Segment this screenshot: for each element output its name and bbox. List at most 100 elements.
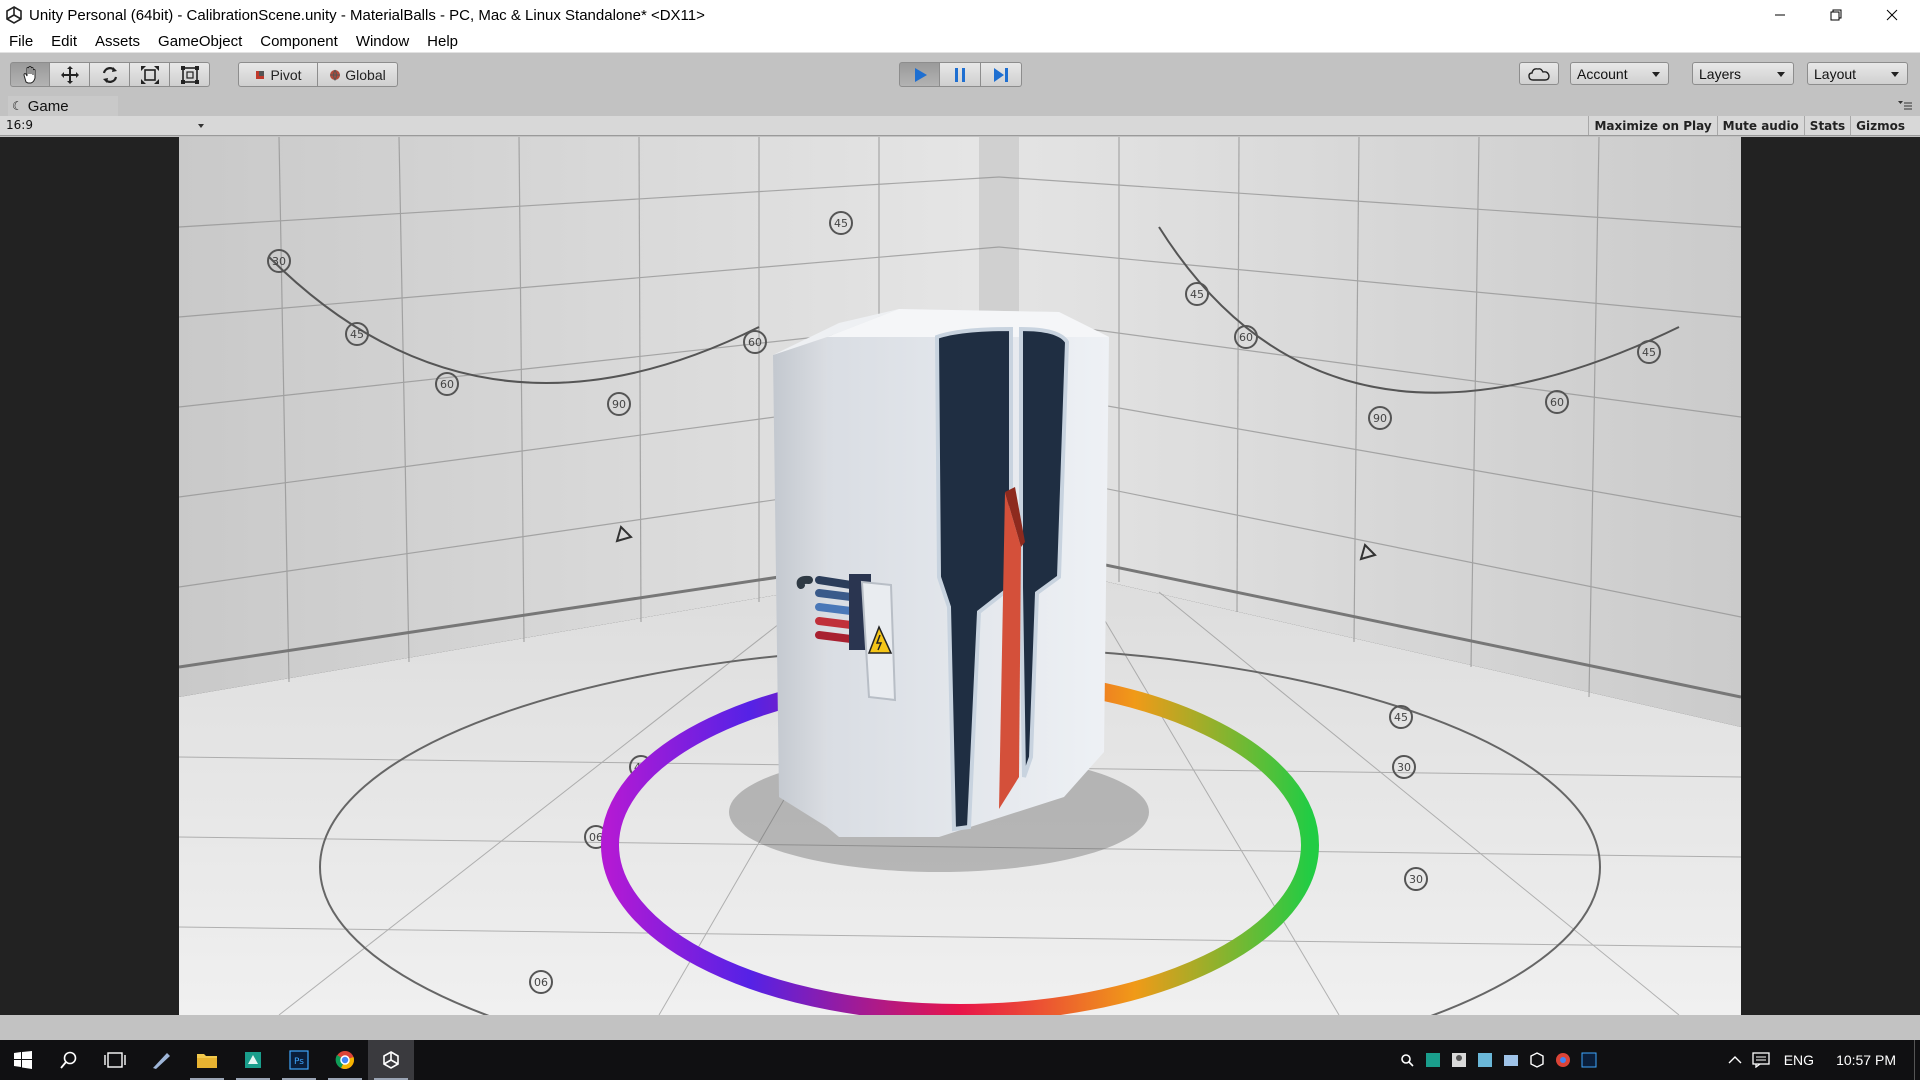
layout-dropdown[interactable]: Layout — [1807, 62, 1908, 85]
pivot-controls: Pivot Global — [238, 62, 398, 87]
pause-button[interactable] — [940, 62, 981, 87]
clock[interactable]: 10:57 PM — [1836, 1052, 1896, 1068]
pause-icon — [955, 67, 965, 82]
photoshop-icon: Ps — [289, 1050, 309, 1070]
aspect-label: 16:9 — [6, 118, 33, 132]
play-button[interactable] — [899, 62, 940, 87]
hand-tool-button[interactable] — [10, 62, 50, 87]
hand-icon — [23, 65, 36, 83]
menu-window[interactable]: Window — [347, 30, 418, 53]
pivot-label: Pivot — [270, 66, 302, 83]
play-controls — [899, 62, 1022, 87]
minimize-button[interactable] — [1752, 0, 1808, 30]
restore-button[interactable] — [1808, 0, 1864, 30]
tray-notes-icon[interactable] — [1498, 1040, 1524, 1080]
step-button[interactable] — [981, 62, 1022, 87]
chevron-down-icon — [1777, 72, 1785, 77]
gizmos-dropdown[interactable]: Gizmos — [1850, 116, 1910, 135]
layout-label: Layout — [1814, 65, 1857, 82]
globe-icon — [330, 69, 341, 81]
taskbar-app-store[interactable] — [230, 1040, 276, 1080]
taskbar-app-photoshop[interactable]: Ps — [276, 1040, 322, 1080]
menu-edit[interactable]: Edit — [42, 30, 86, 53]
task-view-button[interactable] — [92, 1040, 138, 1080]
svg-text:06: 06 — [534, 976, 548, 989]
start-button[interactable] — [0, 1040, 46, 1080]
close-button[interactable] — [1864, 0, 1920, 30]
unity-small-icon — [1530, 1052, 1544, 1068]
taskbar-app-unity[interactable] — [368, 1040, 414, 1080]
account-dropdown[interactable]: Account — [1570, 62, 1669, 85]
unity-icon — [383, 1051, 399, 1069]
layers-dropdown[interactable]: Layers — [1692, 62, 1794, 85]
chrome-small-icon — [1555, 1053, 1570, 1067]
menu-gameobject[interactable]: GameObject — [149, 30, 251, 53]
step-icon — [994, 67, 1008, 82]
windows-taskbar: Ps ENG 10:57 PM — [0, 1040, 1920, 1080]
tray-notifications[interactable] — [1748, 1040, 1774, 1080]
show-desktop-button[interactable] — [1914, 1040, 1920, 1080]
cloud-icon — [1528, 67, 1550, 81]
cloud-button[interactable] — [1519, 62, 1559, 85]
svg-text:45: 45 — [350, 328, 364, 341]
stats-toggle[interactable]: Stats — [1803, 116, 1850, 135]
window-title: Unity Personal (64bit) - CalibrationScen… — [29, 6, 705, 24]
svg-text:60: 60 — [440, 378, 454, 391]
play-icon — [914, 67, 927, 82]
tray-photoshop-icon[interactable] — [1576, 1040, 1602, 1080]
chrome-icon — [335, 1051, 354, 1069]
rect-tool-button[interactable] — [170, 62, 210, 87]
folder-icon — [197, 1054, 217, 1068]
window-controls — [1752, 0, 1920, 30]
menu-component[interactable]: Component — [251, 30, 347, 53]
tray-show-hidden[interactable] — [1722, 1040, 1748, 1080]
scene-render: 30 45 60 90 60 45 60 45 90 60 45 06 45 3… — [179, 137, 1741, 1015]
tab-game[interactable]: ☾ Game — [8, 96, 118, 116]
svg-text:45: 45 — [1394, 711, 1408, 724]
rotate-tool-button[interactable] — [90, 62, 130, 87]
svg-text:60: 60 — [1550, 396, 1564, 409]
layers-label: Layers — [1699, 65, 1742, 82]
move-tool-button[interactable] — [50, 62, 90, 87]
global-label: Global — [345, 66, 386, 83]
menu-assets[interactable]: Assets — [86, 30, 149, 53]
app-tray-icon — [1425, 1053, 1440, 1067]
global-toggle[interactable]: Global — [318, 62, 398, 87]
svg-text:06: 06 — [589, 831, 603, 844]
tray-search-icon[interactable] — [1394, 1040, 1420, 1080]
minimize-icon — [1775, 14, 1785, 16]
main-toolbar: Pivot Global Account Layers Layout — [0, 54, 1920, 94]
svg-text:90: 90 — [612, 398, 626, 411]
app-store-icon — [245, 1052, 261, 1068]
menu-help[interactable]: Help — [418, 30, 467, 53]
svg-text:45: 45 — [834, 217, 848, 230]
tray-unity-icon[interactable] — [1524, 1040, 1550, 1080]
search-button[interactable] — [46, 1040, 92, 1080]
panel-menu-icon[interactable] — [1898, 100, 1912, 110]
pivot-toggle[interactable]: Pivot — [238, 62, 318, 87]
tray-app-icon[interactable] — [1420, 1040, 1446, 1080]
chevron-down-icon — [1652, 72, 1660, 77]
rect-tool-icon — [180, 65, 199, 84]
magnifier-icon — [1400, 1054, 1414, 1067]
close-icon — [1886, 9, 1898, 21]
svg-text:30: 30 — [1409, 873, 1423, 886]
cabinet-model — [773, 309, 1109, 837]
system-tray: ENG 10:57 PM — [1394, 1040, 1920, 1080]
taskbar-app-chrome[interactable] — [322, 1040, 368, 1080]
game-viewport[interactable]: 30 45 60 90 60 45 60 45 90 60 45 06 45 3… — [0, 137, 1920, 1015]
tray-network-icon[interactable] — [1446, 1040, 1472, 1080]
maximize-on-play-toggle[interactable]: Maximize on Play — [1588, 116, 1716, 135]
tray-utility-icon[interactable] — [1472, 1040, 1498, 1080]
taskbar-app-pen[interactable] — [138, 1040, 184, 1080]
menu-file[interactable]: File — [0, 30, 42, 53]
aspect-ratio-dropdown[interactable]: 16:9 — [6, 118, 206, 134]
rotate-icon — [102, 66, 117, 83]
message-icon — [1752, 1052, 1770, 1068]
mute-audio-toggle[interactable]: Mute audio — [1716, 116, 1804, 135]
language-indicator[interactable]: ENG — [1784, 1052, 1814, 1068]
scale-tool-button[interactable] — [130, 62, 170, 87]
tray-chrome-icon[interactable] — [1550, 1040, 1576, 1080]
taskbar-app-file-explorer[interactable] — [184, 1040, 230, 1080]
pen-icon — [153, 1053, 170, 1069]
